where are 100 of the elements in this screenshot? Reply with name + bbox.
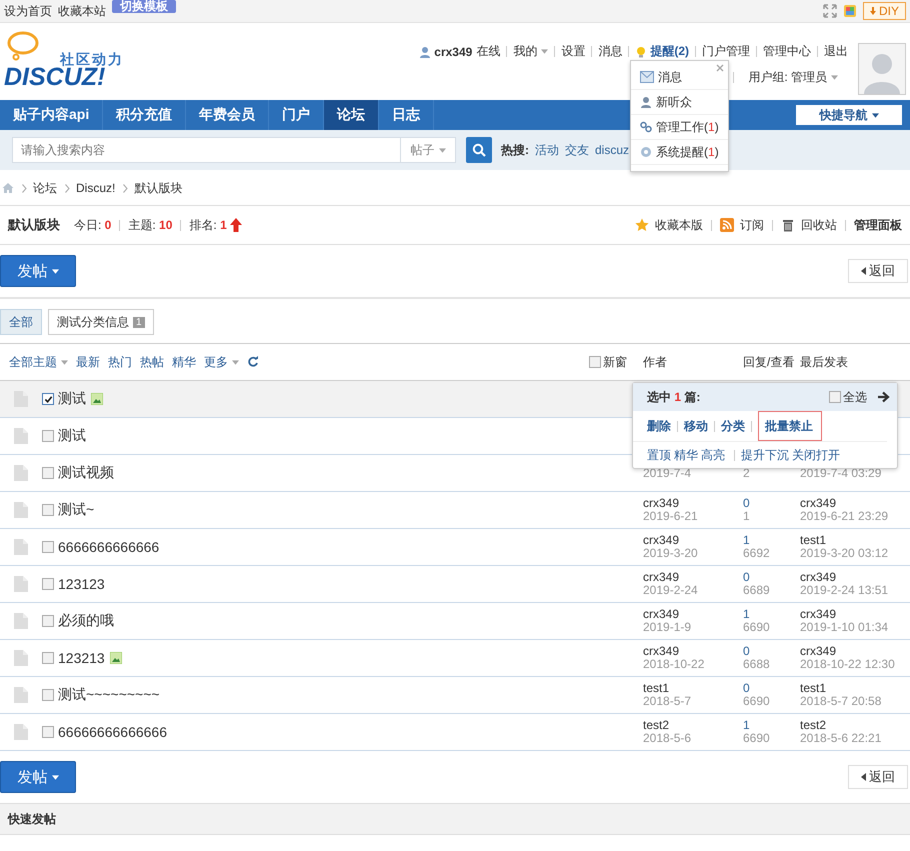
notification-menu-item[interactable]: 消息 [631, 65, 728, 90]
back-button[interactable]: 返回 [848, 765, 908, 789]
thread-checkbox[interactable] [42, 467, 54, 479]
user-menu-link[interactable]: 退出 [824, 43, 848, 60]
thread-title-link[interactable]: 66666666666666 [58, 724, 168, 740]
thread-checkbox[interactable] [42, 430, 54, 442]
thread-checkbox[interactable] [42, 652, 54, 664]
search-button[interactable] [466, 137, 492, 163]
admin-panel-link[interactable]: 管理面板 [854, 216, 902, 234]
thread-filter[interactable]: 精华 [172, 354, 196, 370]
type-tab[interactable]: 全部 [0, 309, 42, 335]
thread-checkbox[interactable] [42, 393, 54, 405]
user-menu-link[interactable]: 管理中心 [763, 43, 811, 60]
thread-title-link[interactable]: 测试~~~~~~~~~ [58, 686, 160, 704]
last-poster-link[interactable]: test1 [800, 682, 910, 695]
username-link[interactable]: crx349 [434, 44, 472, 58]
last-poster-link[interactable]: crx349 [800, 608, 910, 621]
thread-title-link[interactable]: 123213 [58, 650, 105, 666]
moderation-action-link[interactable]: 批量禁止 [758, 411, 822, 441]
author-link[interactable]: crx349 [643, 497, 743, 510]
palette-icon[interactable] [842, 4, 857, 18]
hot-search-link[interactable]: discuz [595, 143, 630, 157]
thread-checkbox[interactable] [42, 541, 54, 553]
user-menu-link[interactable]: 提醒(2) [650, 43, 689, 60]
expand-icon[interactable] [822, 4, 837, 18]
user-menu-link[interactable]: 设置 [561, 43, 586, 60]
forum-action-link[interactable]: 收藏本版 [655, 216, 703, 234]
view-count: 1 [743, 510, 751, 523]
moderation-action-link[interactable]: 高亮 [701, 446, 725, 464]
thread-checkbox[interactable] [42, 689, 54, 701]
thread-checkbox[interactable] [42, 504, 54, 516]
last-poster-link[interactable]: test2 [800, 719, 910, 732]
forum-action-link[interactable]: 订阅 [740, 216, 764, 234]
thread-title-link[interactable]: 测试 [58, 427, 86, 445]
refresh-icon[interactable] [247, 356, 259, 368]
author-link[interactable]: crx349 [643, 608, 743, 621]
user-menu-link[interactable]: 门户管理 [702, 43, 750, 60]
last-poster-link[interactable]: crx349 [800, 571, 910, 584]
thread-checkbox[interactable] [42, 726, 54, 738]
thread-filter[interactable]: 最新 [76, 354, 100, 370]
top-link[interactable]: 收藏本站 [58, 2, 106, 20]
author-link[interactable]: test2 [643, 719, 743, 732]
author-link[interactable]: crx349 [643, 534, 743, 547]
thread-filter[interactable]: 热帖 [140, 354, 164, 370]
thread-filter[interactable]: 全部主题 [9, 354, 68, 370]
hot-search-link[interactable]: 交友 [565, 142, 589, 158]
hot-search-link[interactable]: 活动 [535, 142, 559, 158]
thread-title-link[interactable]: 测试视频 [58, 464, 114, 482]
down-arrow-icon [870, 7, 876, 15]
select-all-checkbox[interactable]: 全选 [829, 388, 867, 406]
caret-icon [438, 148, 446, 152]
notification-menu-item[interactable]: 新听众 [631, 90, 728, 115]
top-link[interactable]: 设为首页 [4, 2, 52, 20]
last-poster-link[interactable]: crx349 [800, 497, 910, 510]
switch-template-button[interactable]: 切换模板 [112, 0, 176, 13]
notification-menu-item[interactable]: 系统提醒(1) [631, 140, 728, 165]
site-logo[interactable]: 社区动力 DISCUZ! [4, 23, 134, 93]
forum-action-link[interactable]: 回收站 [801, 216, 837, 234]
notification-menu-item[interactable]: 管理工作(1) [631, 115, 728, 140]
quick-nav-button[interactable]: 快捷导航 [796, 105, 902, 125]
thread-checkbox[interactable] [42, 578, 54, 590]
post-date: 2019-7-4 [643, 466, 692, 480]
thread-checkbox[interactable] [42, 615, 54, 627]
thread-title-link[interactable]: 123123 [58, 576, 105, 592]
last-poster-link[interactable]: crx349 [800, 645, 910, 658]
breadcrumb-link[interactable]: Discuz! [76, 181, 116, 195]
thread-title-link[interactable]: 测试~ [58, 501, 94, 519]
search-scope-dropdown[interactable]: 帖子 [400, 137, 456, 163]
user-menu-link[interactable]: 我的 [513, 43, 548, 60]
avatar[interactable] [858, 43, 906, 95]
nav-tab[interactable]: 论坛 [324, 100, 380, 130]
author-link[interactable]: crx349 [643, 571, 743, 584]
search-field[interactable]: 请输入搜索内容 [12, 137, 400, 163]
thread-filter[interactable]: 热门 [108, 354, 132, 370]
close-icon[interactable] [716, 64, 724, 72]
new-post-button[interactable]: 发帖 [0, 761, 76, 793]
type-tab[interactable]: 测试分类信息 1 [48, 309, 154, 335]
back-button[interactable]: 返回 [848, 259, 908, 283]
last-poster-link[interactable]: test1 [800, 534, 910, 547]
usergroup-link[interactable]: 用户组: 管理员 [748, 69, 838, 86]
moderation-action-link[interactable]: 移动 [684, 414, 708, 438]
home-icon[interactable] [2, 182, 14, 194]
moderation-action-link[interactable]: 关闭打开 [792, 446, 840, 464]
author-link[interactable]: crx349 [643, 645, 743, 658]
moderation-action-link[interactable]: 删除 [647, 414, 671, 438]
new-post-button[interactable]: 发帖 [0, 255, 76, 287]
user-menu-link[interactable]: 消息 [598, 43, 622, 60]
breadcrumb-link[interactable]: 默认版块 [134, 180, 182, 196]
right-arrow-icon[interactable] [877, 390, 891, 404]
thread-title-link[interactable]: 6666666666666 [58, 539, 160, 555]
thread-filter[interactable]: 更多 [204, 354, 239, 370]
moderation-action-link[interactable]: 提升下沉 [741, 446, 789, 464]
thread-title-link[interactable]: 必须的哦 [58, 612, 114, 630]
moderation-action-link[interactable]: 置顶 [647, 446, 671, 464]
moderation-action-link[interactable]: 精华 [674, 446, 698, 464]
new-window-checkbox[interactable]: 新窗 [589, 354, 627, 370]
thread-title-link[interactable]: 测试 [58, 390, 86, 408]
author-link[interactable]: test1 [643, 682, 743, 695]
breadcrumb-link[interactable]: 论坛 [33, 180, 57, 196]
moderation-action-link[interactable]: 分类 [721, 414, 745, 438]
